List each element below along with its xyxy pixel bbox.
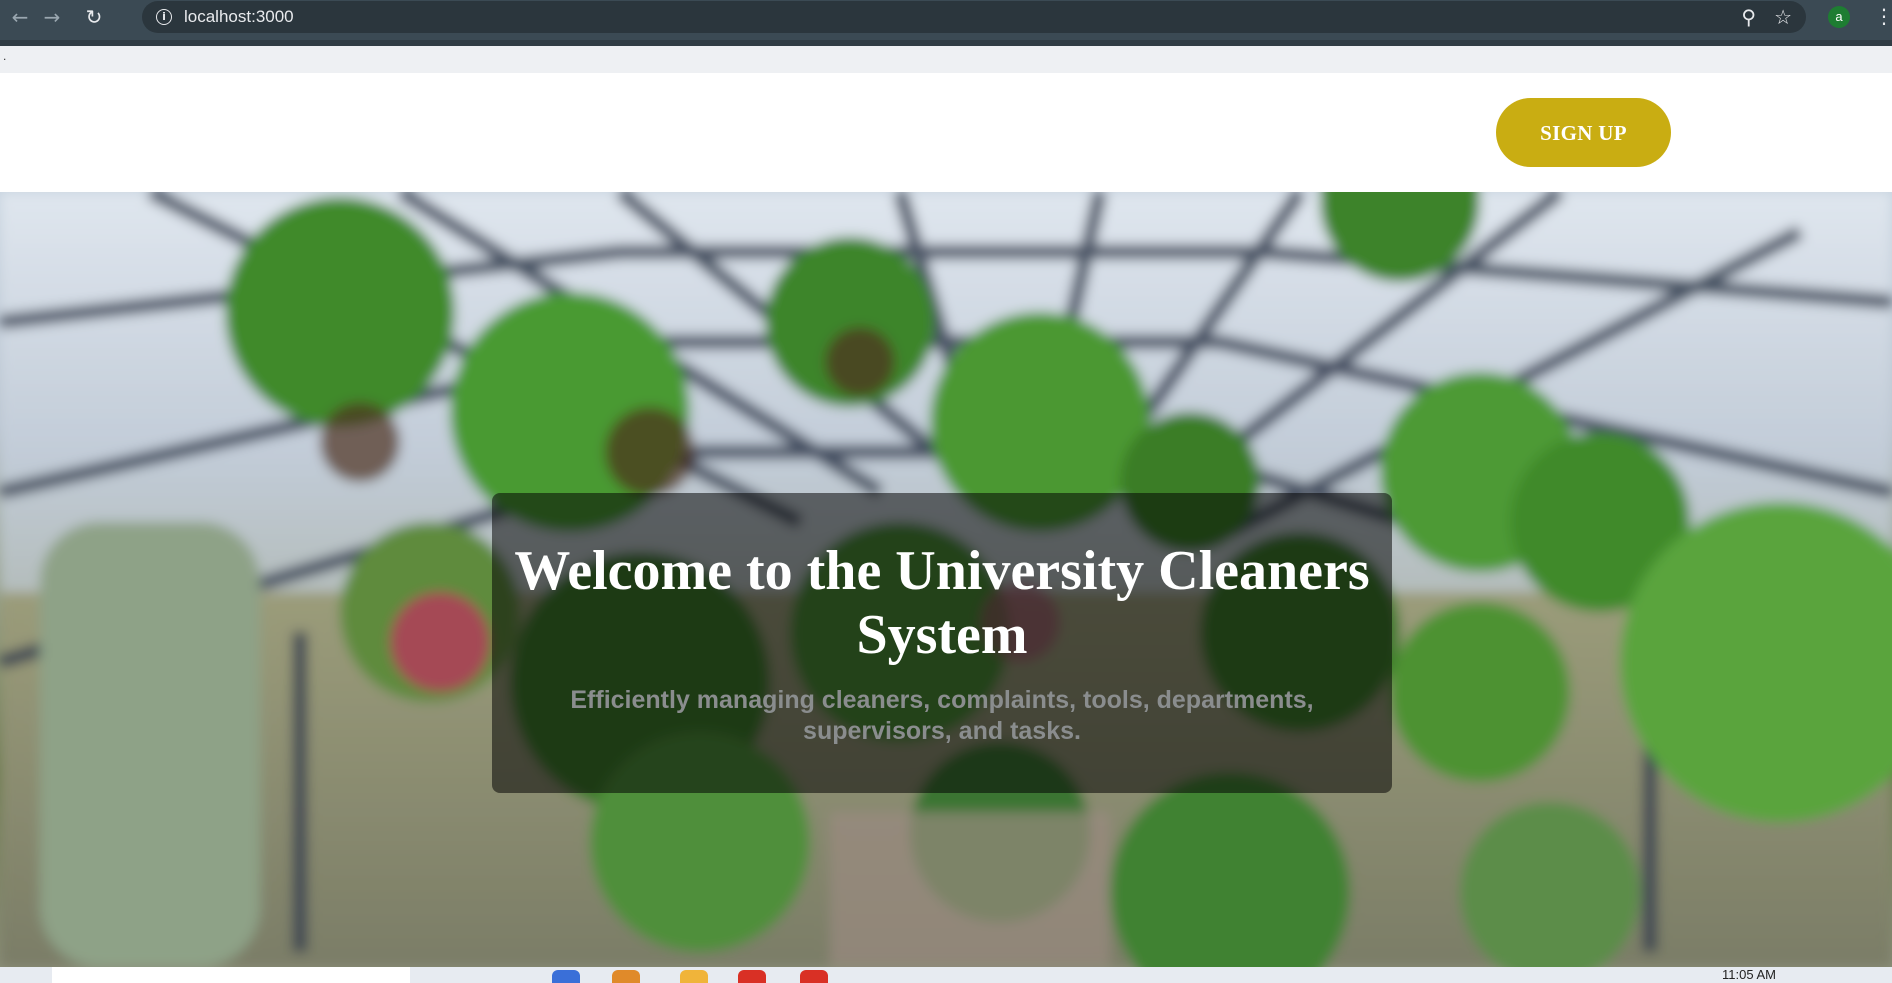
hero-subtitle: Efficiently managing cleaners, complaint… [570, 686, 1314, 745]
profile-avatar[interactable]: a [1828, 6, 1850, 28]
taskbar-app-icon[interactable] [800, 970, 828, 983]
zoom-icon[interactable]: ⚲ [1741, 5, 1756, 29]
taskbar-app-icon[interactable] [738, 970, 766, 983]
address-bar-actions: ⚲ ☆ [1741, 5, 1792, 29]
reload-icon: ↻ [85, 4, 103, 29]
hero-section: Welcome to the University Cleaners Syste… [0, 192, 1892, 967]
reload-button[interactable]: ↻ [82, 5, 106, 29]
site-header: SIGN UP [0, 73, 1892, 192]
taskbar-search[interactable] [52, 967, 410, 983]
address-bar[interactable]: i localhost:3000 ⚲ ☆ [142, 1, 1806, 33]
star-icon[interactable]: ☆ [1774, 5, 1792, 29]
signup-button[interactable]: SIGN UP [1496, 98, 1671, 167]
arrow-left-icon: ← [11, 4, 29, 29]
os-taskbar: 11:05 AM [0, 967, 1892, 983]
hero-title: Welcome to the University Cleaners Syste… [514, 540, 1370, 666]
taskbar-app-icon[interactable] [612, 970, 640, 983]
taskbar-app-icon[interactable] [680, 970, 708, 983]
kebab-menu-icon[interactable]: ⋮ [1874, 4, 1892, 28]
top-strip-text: . [3, 49, 7, 63]
taskbar-app-icon[interactable] [552, 970, 580, 983]
url-text[interactable]: localhost:3000 [184, 7, 294, 27]
back-button[interactable]: ← [8, 5, 32, 29]
taskbar-clock[interactable]: 11:05 AM [1722, 967, 1776, 982]
hero-card: Welcome to the University Cleaners Syste… [492, 493, 1392, 793]
arrow-right-icon: → [43, 4, 61, 29]
forward-button[interactable]: → [40, 5, 64, 29]
top-strip: . [0, 46, 1892, 73]
info-icon[interactable]: i [156, 9, 172, 25]
